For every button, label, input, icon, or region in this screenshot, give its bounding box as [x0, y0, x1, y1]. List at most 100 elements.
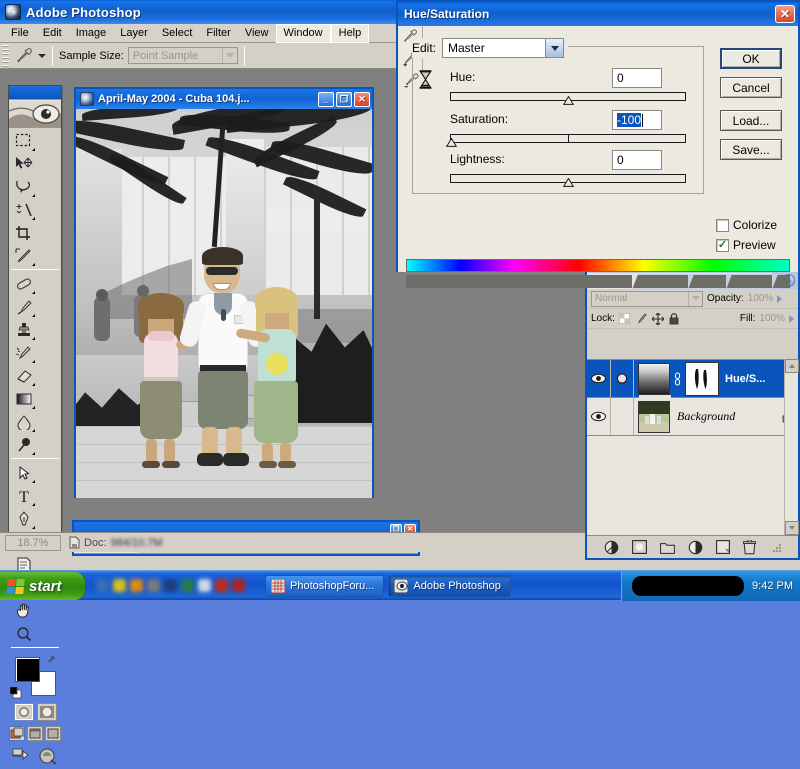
- dialog-titlebar[interactable]: Hue/Saturation ✕: [398, 2, 798, 26]
- lightness-value-field[interactable]: 0: [612, 150, 662, 170]
- jump-to-imageready-button[interactable]: [12, 747, 34, 765]
- lock-image-icon[interactable]: [635, 313, 647, 324]
- layer-thumbnail[interactable]: [638, 401, 670, 433]
- menu-help[interactable]: Help: [331, 24, 370, 43]
- chevron-down-icon[interactable]: [688, 292, 702, 306]
- layer-link-cell[interactable]: [611, 398, 634, 435]
- saturation-value-field[interactable]: -100: [612, 110, 662, 130]
- opacity-slider-arrow-icon[interactable]: [777, 295, 782, 303]
- table-row[interactable]: Hue/S...: [587, 360, 798, 398]
- quick-launch-icon[interactable]: [130, 579, 143, 592]
- magic-wand-tool[interactable]: [11, 198, 36, 221]
- layer-mask-link-indicator[interactable]: [611, 360, 634, 397]
- quick-launch-icon[interactable]: [113, 579, 126, 592]
- ok-button[interactable]: OK: [720, 48, 782, 69]
- quick-launch-icon[interactable]: [181, 579, 194, 592]
- menu-window[interactable]: Window: [276, 24, 331, 43]
- new-layer-button[interactable]: [716, 540, 730, 554]
- taskbar-item-adobe-photoshop[interactable]: Adobe Photoshop: [388, 575, 510, 597]
- layer-name[interactable]: Hue/S...: [725, 373, 765, 385]
- gradient-tool[interactable]: [11, 387, 36, 410]
- foreground-color-swatch[interactable]: [15, 657, 40, 682]
- standard-mask-mode-button[interactable]: [14, 703, 34, 721]
- brush-tool[interactable]: [11, 295, 36, 318]
- options-bar-grip[interactable]: [2, 45, 9, 67]
- menu-filter[interactable]: Filter: [199, 25, 237, 42]
- history-brush-tool[interactable]: [11, 341, 36, 364]
- layer-visibility-toggle[interactable]: [587, 398, 611, 435]
- blur-tool[interactable]: [11, 410, 36, 433]
- hue-slider-thumb[interactable]: [563, 96, 574, 105]
- pen-tool[interactable]: [11, 507, 36, 530]
- dodge-tool[interactable]: [11, 433, 36, 456]
- quick-launch-icon[interactable]: [198, 579, 211, 592]
- menu-image[interactable]: Image: [69, 25, 114, 42]
- lock-all-icon[interactable]: [669, 313, 679, 325]
- colorize-checkbox[interactable]: [716, 219, 729, 232]
- hue-value-field[interactable]: 0: [612, 68, 662, 88]
- cancel-button[interactable]: Cancel: [720, 77, 782, 98]
- delete-layer-button[interactable]: [743, 540, 756, 555]
- default-colors-icon[interactable]: [10, 687, 22, 699]
- document-info[interactable]: Doc: 984/10.7M: [69, 536, 163, 549]
- fullscreen-with-menu-button[interactable]: [27, 726, 43, 741]
- type-tool[interactable]: T: [11, 484, 36, 507]
- marquee-tool[interactable]: [11, 129, 36, 152]
- edit-channel-select[interactable]: Master: [442, 38, 564, 58]
- menu-file[interactable]: File: [4, 25, 36, 42]
- healing-brush-tool[interactable]: [11, 272, 36, 295]
- hand-tool[interactable]: [11, 599, 36, 622]
- close-button[interactable]: ✕: [354, 92, 370, 107]
- layer-link-icon[interactable]: [673, 372, 682, 386]
- layers-resize-grip[interactable]: [773, 543, 782, 552]
- new-group-button[interactable]: [660, 541, 675, 554]
- eyedropper-icon[interactable]: [12, 45, 36, 67]
- maximize-button[interactable]: ❐: [336, 92, 352, 107]
- table-row[interactable]: Background: [587, 398, 798, 436]
- colorize-checkbox-row[interactable]: Colorize: [716, 218, 777, 232]
- menu-select[interactable]: Select: [155, 25, 200, 42]
- standard-screen-mode-button[interactable]: [9, 726, 25, 741]
- document-titlebar[interactable]: April-May 2004 - Cuba 104.j... _ ❐ ✕: [76, 89, 372, 109]
- layer-name[interactable]: Background: [677, 409, 735, 424]
- clone-stamp-tool[interactable]: [11, 318, 36, 341]
- scroll-down-button[interactable]: [785, 521, 799, 535]
- lightness-slider-thumb[interactable]: [563, 178, 574, 187]
- quick-launch-icon[interactable]: [232, 579, 245, 592]
- quick-launch-icon[interactable]: [147, 579, 160, 592]
- quick-launch-icon[interactable]: [215, 579, 228, 592]
- chevron-down-icon[interactable]: [545, 39, 563, 57]
- lasso-tool[interactable]: [11, 175, 36, 198]
- menu-edit[interactable]: Edit: [36, 25, 69, 42]
- slice-tool[interactable]: [11, 244, 36, 267]
- tool-preset-chevron-icon[interactable]: [38, 54, 46, 58]
- adjustment-layer-thumbnail[interactable]: [638, 363, 670, 395]
- blend-mode-select[interactable]: Normal: [591, 291, 703, 307]
- menu-layer[interactable]: Layer: [113, 25, 155, 42]
- start-button[interactable]: start: [0, 572, 86, 600]
- clock[interactable]: 9:42 PM: [752, 580, 793, 592]
- move-tool[interactable]: [11, 152, 36, 175]
- eraser-tool[interactable]: [11, 364, 36, 387]
- fullscreen-button[interactable]: [45, 726, 61, 741]
- new-adjustment-layer-button[interactable]: [688, 540, 703, 555]
- taskbar-item-photoshopforum[interactable]: PhotoshopForu...: [265, 575, 384, 597]
- scroll-up-button[interactable]: [785, 359, 799, 373]
- zoom-tool[interactable]: [11, 622, 36, 645]
- layer-mask-thumbnail[interactable]: [686, 363, 718, 395]
- quick-mask-mode-button[interactable]: [37, 703, 57, 721]
- layer-style-button[interactable]: [604, 540, 619, 555]
- quick-launch-icon[interactable]: [164, 579, 177, 592]
- preview-checkbox-row[interactable]: ✓ Preview: [716, 238, 776, 252]
- sample-size-select[interactable]: Point Sample: [128, 47, 238, 64]
- quick-launch-bar[interactable]: [96, 579, 245, 592]
- document-canvas[interactable]: [76, 109, 372, 498]
- save-button[interactable]: Save...: [720, 139, 782, 160]
- minimize-button[interactable]: _: [318, 92, 334, 107]
- dialog-close-button[interactable]: ✕: [775, 5, 795, 23]
- crop-tool[interactable]: [11, 221, 36, 244]
- quick-launch-icon[interactable]: [96, 579, 109, 592]
- layers-scrollbar[interactable]: [784, 359, 798, 535]
- preview-checkbox[interactable]: ✓: [716, 239, 729, 252]
- lock-position-icon[interactable]: [652, 313, 664, 325]
